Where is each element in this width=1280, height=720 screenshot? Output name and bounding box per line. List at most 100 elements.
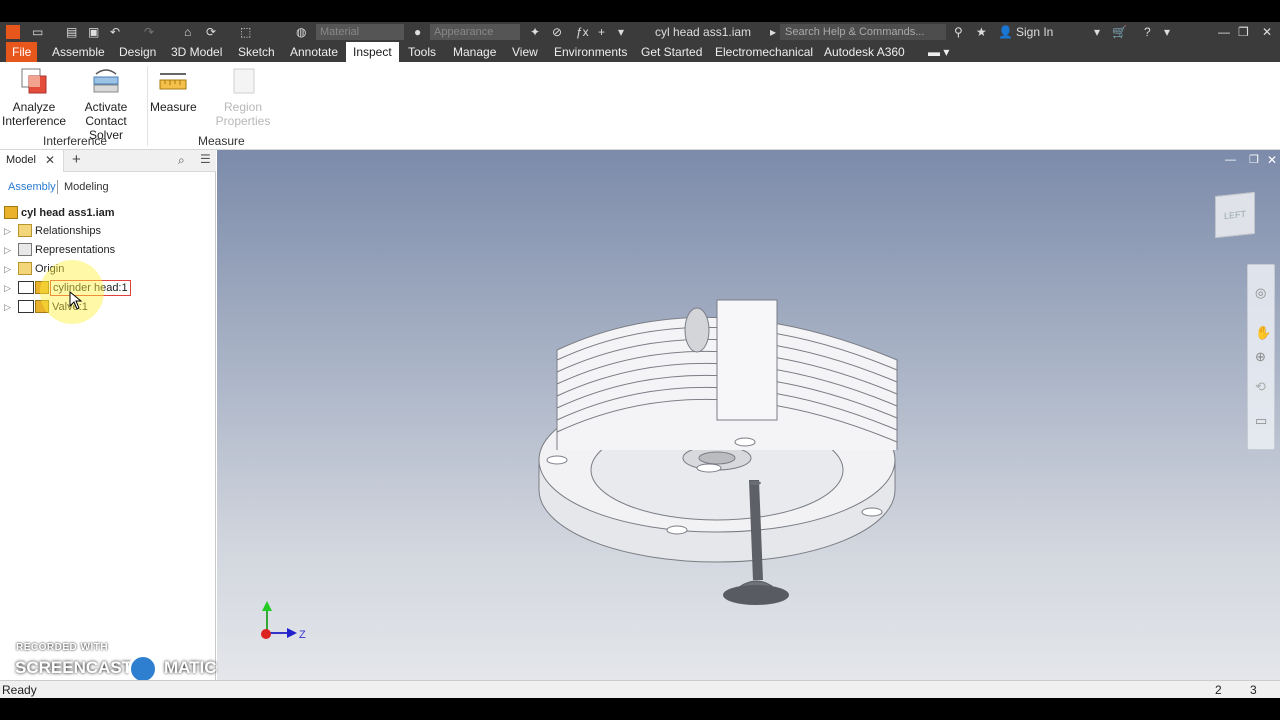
- tree-item-origin[interactable]: ▷ Origin: [0, 260, 210, 278]
- menu-icon[interactable]: ☰: [200, 152, 211, 166]
- tab-design[interactable]: Design: [119, 42, 156, 62]
- look-at-icon[interactable]: ▭: [1255, 413, 1267, 429]
- undo-icon[interactable]: ↶: [110, 24, 120, 40]
- bottom-letterbox: [0, 698, 1280, 720]
- qat-dropdown-icon[interactable]: ▾: [618, 24, 624, 40]
- analyze-interference-button[interactable]: Analyze Interference: [2, 66, 66, 128]
- search-input[interactable]: Search Help & Commands...: [780, 24, 946, 40]
- appearance-dropdown[interactable]: Appearance: [430, 24, 520, 40]
- watermark-line3: MATIC: [164, 658, 217, 677]
- activate-contact-solver-button[interactable]: Activate Contact Solver: [68, 66, 144, 142]
- graphics-viewport[interactable]: — ❐ ✕ LEFT ◎ ✋ ⊕ ⟲ ▭ Z: [217, 150, 1280, 680]
- constraint-icon: [18, 300, 34, 313]
- tab-get-started[interactable]: Get Started: [641, 42, 702, 62]
- open-icon[interactable]: ▤: [66, 24, 77, 40]
- inventor-window: ▭ ▤ ▣ ↶ ↷ ⌂ ⟳ ⬚ ◍ Material ● Appearance …: [0, 0, 1280, 720]
- cylinder-head-model[interactable]: [527, 290, 937, 610]
- window-close-icon[interactable]: ✕: [1262, 24, 1272, 40]
- contact-solver-icon: [93, 69, 119, 93]
- steering-wheel-icon[interactable]: ◎: [1255, 285, 1266, 301]
- tab-view[interactable]: View: [512, 42, 538, 62]
- tab-file[interactable]: File: [6, 42, 38, 62]
- star-icon[interactable]: ★: [976, 24, 987, 40]
- search-icon[interactable]: ⌕: [178, 153, 185, 168]
- watermark-line2: SCREENCAST: [15, 658, 133, 677]
- user-icon[interactable]: 👤: [998, 24, 1013, 40]
- tree-item-label: Representations: [35, 244, 116, 256]
- new-icon[interactable]: ▭: [32, 24, 43, 40]
- home-icon[interactable]: ⌂: [184, 24, 191, 40]
- tab-environments[interactable]: Environments: [554, 42, 627, 62]
- tree-item-valve[interactable]: ▷ Valve:1: [0, 298, 210, 316]
- folder-icon: [18, 262, 32, 275]
- screencast-watermark: RECORDED WITH SCREENCAST MATIC: [12, 640, 222, 685]
- select-icon[interactable]: ⬚: [240, 24, 251, 40]
- tab-electromechanical[interactable]: Electromechanical: [715, 42, 813, 62]
- navigation-bar: ◎ ✋ ⊕ ⟲ ▭: [1247, 264, 1275, 450]
- inventor-logo-icon[interactable]: [6, 25, 20, 39]
- expand-icon[interactable]: ▷: [4, 279, 11, 297]
- mode-modeling[interactable]: Modeling: [64, 181, 109, 193]
- tab-manage[interactable]: Manage: [453, 42, 496, 62]
- tab-assemble[interactable]: Assemble: [52, 42, 105, 62]
- tab-tools[interactable]: Tools: [408, 42, 436, 62]
- viewport-restore-icon[interactable]: ❐: [1249, 153, 1259, 166]
- measure-ruler-icon: [159, 73, 187, 90]
- pan-icon[interactable]: ✋: [1255, 325, 1271, 341]
- viewport-minimize-icon[interactable]: —: [1225, 154, 1236, 166]
- help-icon[interactable]: ?: [1144, 24, 1151, 40]
- expand-icon[interactable]: ▷: [4, 298, 11, 316]
- close-icon[interactable]: ✕: [45, 153, 55, 167]
- sign-in-link[interactable]: Sign In: [1016, 24, 1053, 40]
- document-title: cyl head ass1.iam: [655, 25, 752, 39]
- redo-icon[interactable]: ↷: [144, 24, 154, 40]
- zoom-icon[interactable]: ⊕: [1255, 349, 1266, 365]
- window-minimize-icon[interactable]: —: [1218, 24, 1230, 40]
- tab-model[interactable]: Model ✕: [0, 150, 64, 172]
- save-icon[interactable]: ▣: [88, 24, 99, 40]
- clear-appearance-icon[interactable]: ✦: [530, 24, 540, 40]
- plus-icon[interactable]: +: [598, 24, 605, 40]
- mode-assembly[interactable]: Assembly: [8, 181, 56, 193]
- viewport-close-icon[interactable]: ✕: [1267, 153, 1277, 167]
- tree-item-representations[interactable]: ▷ Representations: [0, 241, 210, 259]
- tab-model-label: Model: [6, 154, 36, 166]
- adjust-icon[interactable]: ⊘: [552, 24, 562, 40]
- chevron-right-icon: ▸: [770, 25, 777, 39]
- tree-item-relationships[interactable]: ▷ Relationships: [0, 222, 210, 240]
- help-dropdown-icon[interactable]: ▾: [1164, 24, 1170, 40]
- add-browser-icon[interactable]: +: [72, 151, 81, 168]
- panel-separator: [147, 66, 148, 146]
- tree-item-label: Relationships: [35, 225, 102, 237]
- orbit-icon[interactable]: ⟲: [1255, 379, 1266, 395]
- tab-3d-model[interactable]: 3D Model: [171, 42, 222, 62]
- window-restore-icon[interactable]: ❐: [1238, 24, 1249, 40]
- cart-icon[interactable]: 🛒: [1112, 24, 1127, 40]
- fx-icon[interactable]: ƒx: [576, 24, 589, 40]
- globe-icon[interactable]: ◍: [296, 24, 306, 40]
- status-count-2: 3: [1250, 683, 1257, 697]
- expand-icon[interactable]: ▷: [4, 241, 11, 259]
- tree-root[interactable]: cyl head ass1.iam: [0, 204, 210, 222]
- assembly-icon: [4, 206, 18, 219]
- expand-icon[interactable]: ▷: [4, 260, 11, 278]
- ribbon-options-icon[interactable]: ▬ ▾: [928, 42, 949, 62]
- expand-icon[interactable]: ▷: [4, 222, 11, 240]
- region-properties-button[interactable]: Region Properties: [198, 66, 288, 128]
- measure-button[interactable]: Measure: [150, 66, 197, 114]
- tab-annotate[interactable]: Annotate: [290, 42, 338, 62]
- update-icon[interactable]: ⟳: [206, 24, 216, 40]
- panel-title-measure: Measure: [198, 134, 245, 148]
- sign-in-dropdown-icon[interactable]: ▾: [1094, 24, 1100, 40]
- status-count-1: 2: [1215, 683, 1222, 697]
- tab-inspect[interactable]: Inspect: [346, 42, 399, 62]
- material-dropdown[interactable]: Material: [316, 24, 404, 40]
- analyze-label-line2: Interference: [2, 114, 67, 128]
- ribbon-panel: Analyze Interference Activate Contact So…: [0, 62, 1280, 150]
- tab-sketch[interactable]: Sketch: [238, 42, 275, 62]
- viewcube[interactable]: LEFT: [1215, 191, 1255, 239]
- binoculars-icon[interactable]: ⚲: [954, 24, 963, 40]
- tree-item-cylinder-head[interactable]: ▷ cylinder head:1: [0, 279, 210, 297]
- tab-autodesk-a360[interactable]: Autodesk A360: [824, 42, 905, 62]
- grounded-pin-icon: [18, 281, 34, 294]
